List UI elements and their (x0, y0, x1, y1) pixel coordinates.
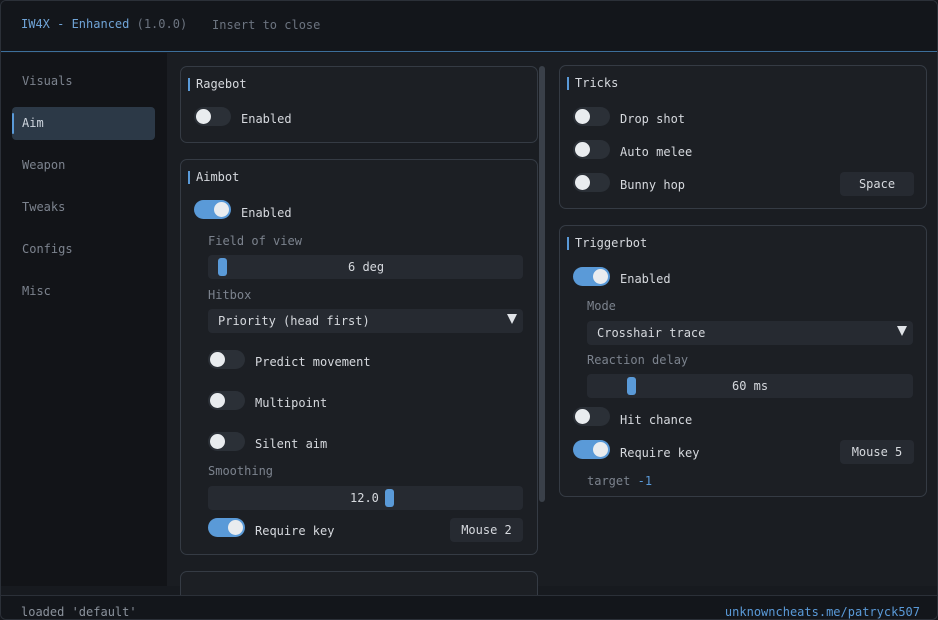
left-column-scrollbar[interactable] (539, 66, 545, 502)
triggerbot-key-button[interactable]: Mouse 5 (840, 440, 914, 464)
hitbox-value: Priority (head first) (218, 314, 370, 328)
target-value: -1 (637, 474, 653, 488)
status-link[interactable]: unknowncheats.me/patryck507 (725, 605, 920, 619)
reaction-delay-slider[interactable]: 60 ms (587, 374, 913, 398)
multipoint-label: Multipoint (255, 396, 328, 410)
aimbot-key-button[interactable]: Mouse 2 (450, 518, 523, 542)
app-name: IW4X - Enhanced (21, 17, 130, 31)
silent-aim-label: Silent aim (255, 437, 328, 451)
sidebar-item-weapon[interactable]: Weapon (12, 149, 155, 182)
status-config-loaded: loaded 'default' (21, 605, 137, 619)
predict-movement-toggle[interactable] (208, 350, 245, 369)
triggerbot-title: Triggerbot (567, 237, 647, 250)
ragebot-enabled-label: Enabled (241, 112, 292, 126)
aimbot-require-key-toggle[interactable] (208, 518, 245, 537)
ragebot-panel: Ragebot Enabled (180, 66, 538, 143)
auto-melee-label: Auto melee (620, 145, 693, 159)
fov-value: 6 deg (348, 260, 385, 274)
dropdown-arrow-icon (897, 326, 907, 336)
smoothing-label: Smoothing (208, 464, 274, 478)
sidebar-item-misc[interactable]: Misc (12, 275, 155, 308)
fov-slider[interactable]: 6 deg (208, 255, 523, 279)
hit-chance-label: Hit chance (620, 413, 693, 427)
reaction-delay-value: 60 ms (732, 379, 769, 393)
sidebar-item-tweaks[interactable]: Tweaks (12, 191, 155, 224)
reaction-delay-label: Reaction delay (587, 353, 689, 367)
main-content: Ragebot Enabled Aimbot Enabled Field of … (167, 53, 937, 611)
drop-shot-label: Drop shot (620, 112, 686, 126)
auto-melee-toggle[interactable] (573, 140, 610, 159)
bunny-hop-key-button[interactable]: Space (840, 172, 914, 196)
app-version: (1.0.0) (136, 17, 188, 31)
silent-aim-toggle[interactable] (208, 432, 245, 451)
mode-select[interactable]: Crosshair trace (587, 321, 913, 345)
sidebar: Visuals Aim Weapon Tweaks Configs Misc (1, 53, 167, 586)
aimbot-title: Aimbot (188, 171, 239, 184)
mode-label: Mode (587, 299, 616, 313)
hitbox-select[interactable]: Priority (head first) (208, 309, 523, 333)
bunny-hop-label: Bunny hop (620, 178, 686, 192)
hit-chance-toggle[interactable] (573, 407, 610, 426)
triggerbot-enabled-toggle[interactable] (573, 267, 610, 286)
target-label: target (587, 474, 631, 488)
bunny-hop-toggle[interactable] (573, 173, 610, 192)
aimbot-enabled-label: Enabled (241, 206, 292, 220)
tricks-panel: Tricks Drop shot Auto melee Bunny hop Sp… (559, 65, 927, 209)
app-window: IW4X - Enhanced (1.0.0) Insert to close … (0, 0, 938, 620)
app-title: IW4X - Enhanced (1.0.0) (21, 17, 187, 31)
fov-slider-handle[interactable] (218, 258, 227, 276)
target-readout: target -1 (587, 474, 652, 488)
multipoint-toggle[interactable] (208, 391, 245, 410)
triggerbot-panel: Triggerbot Enabled Mode Crosshair trace … (559, 225, 927, 497)
dropdown-arrow-icon (507, 314, 517, 324)
triggerbot-require-key-toggle[interactable] (573, 440, 610, 459)
aimbot-panel: Aimbot Enabled Field of view 6 deg Hitbo… (180, 159, 538, 555)
triggerbot-enabled-label: Enabled (620, 272, 671, 286)
close-hint: Insert to close (212, 18, 321, 32)
sidebar-item-configs[interactable]: Configs (12, 233, 155, 266)
tricks-title: Tricks (567, 77, 618, 90)
title-bar: IW4X - Enhanced (1.0.0) Insert to close (1, 1, 937, 52)
predict-movement-label: Predict movement (255, 355, 371, 369)
reaction-delay-slider-handle[interactable] (627, 377, 636, 395)
fov-label: Field of view (208, 234, 302, 248)
smoothing-slider[interactable]: 12.0 (208, 486, 523, 510)
triggerbot-require-key-label: Require key (620, 446, 700, 460)
smoothing-value: 12.0 (350, 491, 379, 505)
aimbot-enabled-toggle[interactable] (194, 200, 231, 219)
status-bar: loaded 'default' unknowncheats.me/patryc… (1, 595, 937, 619)
mode-value: Crosshair trace (597, 326, 706, 340)
smoothing-slider-handle[interactable] (385, 489, 394, 507)
drop-shot-toggle[interactable] (573, 107, 610, 126)
hitbox-label: Hitbox (208, 288, 252, 302)
sidebar-item-aim[interactable]: Aim (12, 107, 155, 140)
ragebot-title: Ragebot (188, 78, 247, 91)
ragebot-enabled-toggle[interactable] (194, 107, 231, 126)
aimbot-require-key-label: Require key (255, 524, 335, 538)
sidebar-item-visuals[interactable]: Visuals (12, 65, 155, 98)
